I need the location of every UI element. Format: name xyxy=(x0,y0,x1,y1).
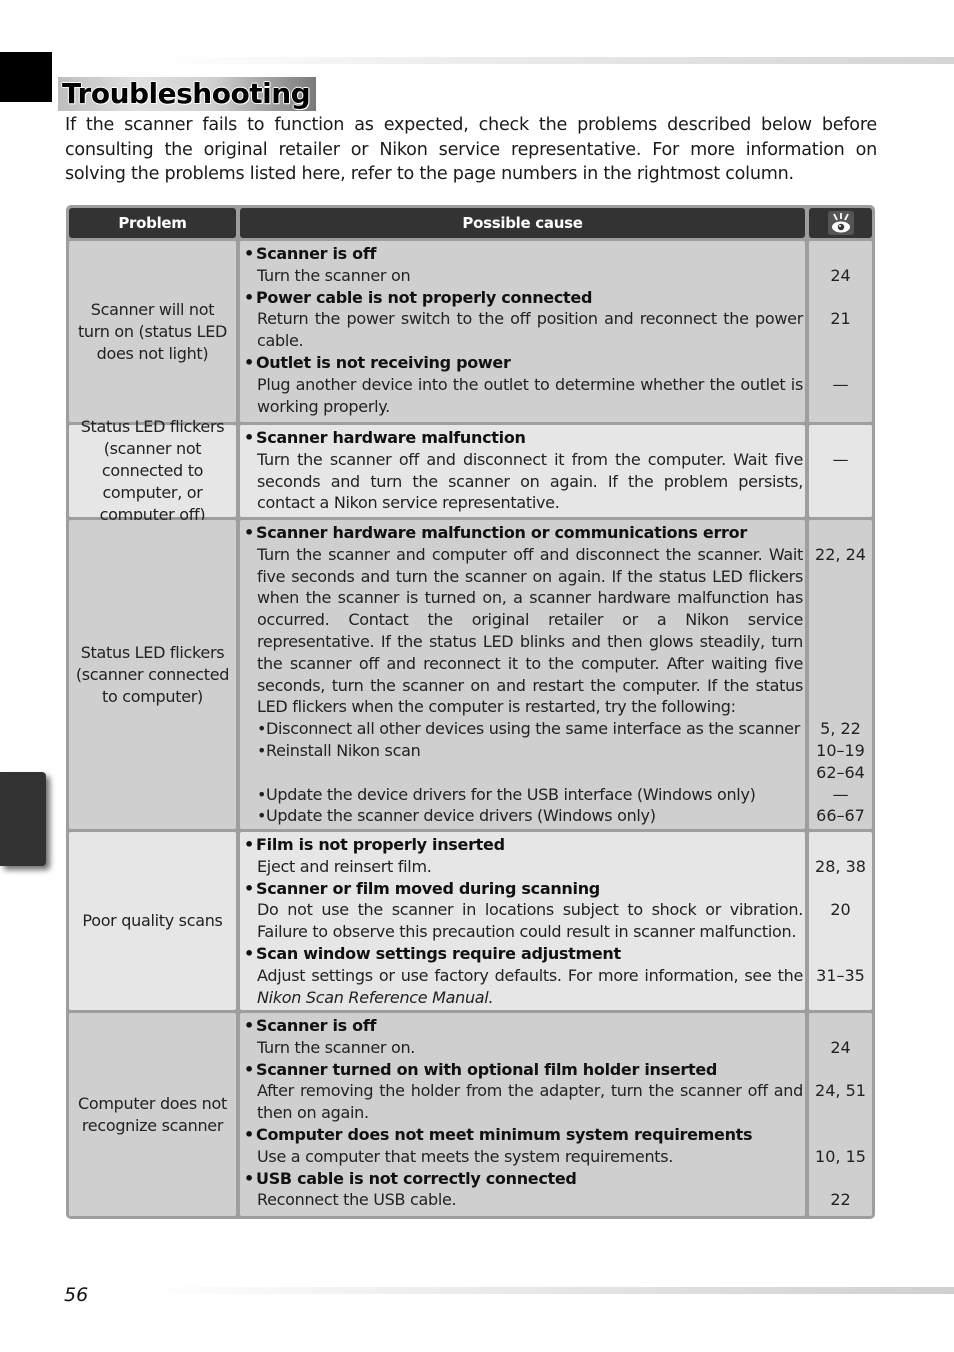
page-ref xyxy=(809,352,872,374)
page-ref: 24 xyxy=(830,1037,851,1057)
page-ref xyxy=(809,921,872,943)
cause-heading: Outlet is not receiving power xyxy=(244,352,803,374)
cause-detail-text: Adjust settings or use factory defaults.… xyxy=(257,965,803,985)
page-ref xyxy=(809,1015,872,1037)
cause-detail: Turn the scanner on xyxy=(257,265,411,285)
page-ref: 31–35 xyxy=(816,965,865,985)
page-ref: 10, 15 xyxy=(815,1146,866,1166)
cause-heading: Scanner hardware malfunction or communic… xyxy=(244,522,803,544)
page-ref: 24 xyxy=(830,265,851,285)
cause-cell: Scanner hardware malfunction Turn the sc… xyxy=(240,425,805,517)
cause-detail: Eject and reinsert film. xyxy=(257,856,432,876)
eye-reference-icon xyxy=(827,211,854,235)
troubleshooting-table: Problem Possible cause Scanner will not … xyxy=(66,205,875,1219)
cause-detail: Turn the scanner on. xyxy=(257,1037,416,1057)
cause-cell: Scanner hardware malfunction or communic… xyxy=(240,520,805,829)
page-ref: 22, 24 xyxy=(815,544,866,564)
problem-cell: Status LED flickers (scanner not connect… xyxy=(69,417,236,524)
cause-heading: Scanner hardware malfunction xyxy=(244,427,803,449)
section-side-tab xyxy=(0,772,46,866)
page-ref xyxy=(809,1102,872,1124)
cause-detail: Do not use the scanner in locations subj… xyxy=(257,900,803,942)
cause-heading: Scanner is off xyxy=(244,243,803,265)
page-ref: 62–64 xyxy=(816,762,865,782)
page-ref: 21 xyxy=(830,309,851,329)
reference-manual-title: Nikon Scan Reference Manual. xyxy=(257,987,494,1007)
header-problem: Problem xyxy=(69,208,236,238)
cause-detail: Plug another device into the outlet to d… xyxy=(257,374,803,416)
page-ref xyxy=(809,1168,872,1190)
page-ref: 10–19 xyxy=(816,740,865,760)
cause-detail: Turn the scanner and computer off and di… xyxy=(257,544,803,717)
cause-heading: Film is not properly inserted xyxy=(244,834,803,856)
sub-step: Reinstall Nikon scan xyxy=(244,740,803,762)
problem-cell: Poor quality scans xyxy=(69,832,236,1010)
page-ref: 24, 51 xyxy=(815,1081,866,1101)
page-number: 56 xyxy=(64,1284,89,1306)
page-ref: — xyxy=(832,374,849,394)
page-ref: 28, 38 xyxy=(815,856,866,876)
page-ref xyxy=(809,287,872,309)
page-reference-cell: 24 24, 51 10, 15 22 xyxy=(809,1013,872,1216)
cause-detail: Reconnect the USB cable. xyxy=(257,1190,457,1210)
page-ref xyxy=(809,834,872,856)
page-ref xyxy=(809,427,872,449)
cause-heading: Scanner or film moved during scanning xyxy=(244,878,803,900)
page-ref xyxy=(809,878,872,900)
footer-rule xyxy=(140,1287,954,1294)
header-possible-cause: Possible cause xyxy=(240,208,805,238)
cause-cell: Film is not properly inserted Eject and … xyxy=(240,832,805,1010)
cause-heading: USB cable is not correctly connected xyxy=(244,1168,803,1190)
page-ref xyxy=(809,330,872,352)
page-ref xyxy=(809,243,872,265)
intro-paragraph: If the scanner fails to function as expe… xyxy=(65,115,877,184)
page-reference-cell: 28, 38 20 31–35 xyxy=(809,832,872,1010)
cause-detail: Use a computer that meets the system req… xyxy=(257,1146,674,1166)
cause-heading: Computer does not meet minimum system re… xyxy=(244,1124,803,1146)
problem-cell: Scanner will not turn on (status LED doe… xyxy=(69,241,236,422)
title-banner: Troubleshooting xyxy=(58,77,317,111)
page-ref xyxy=(809,609,872,631)
cause-heading: Scanner turned on with optional film hol… xyxy=(244,1059,803,1081)
cause-detail: Return the power switch to the off posit… xyxy=(257,309,803,351)
page-ref: — xyxy=(832,784,849,804)
page-ref xyxy=(809,943,872,965)
cause-heading: Scanner is off xyxy=(244,1015,803,1037)
sub-step: Update the device drivers for the USB in… xyxy=(244,784,803,806)
page-ref: — xyxy=(832,449,849,469)
page-ref: 5, 22 xyxy=(820,719,861,739)
cause-detail: Adjust settings or use factory defaults.… xyxy=(244,965,803,1009)
cause-detail: Turn the scanner off and disconnect it f… xyxy=(257,449,803,513)
page-ref xyxy=(809,653,872,675)
problem-cell: Status LED flickers (scanner connected t… xyxy=(69,520,236,829)
header-reference xyxy=(809,208,872,238)
cause-heading: Power cable is not properly connected xyxy=(244,287,803,309)
page-ref xyxy=(809,696,872,718)
page-ref: 20 xyxy=(830,900,851,920)
problem-cell: Computer does not recognize scanner xyxy=(69,1013,236,1216)
page-ref xyxy=(809,675,872,697)
cause-detail: After removing the holder from the adapt… xyxy=(257,1081,803,1123)
cause-heading: Scan window settings require adjustment xyxy=(244,943,803,965)
header-rule xyxy=(150,57,954,64)
page-ref: 66–67 xyxy=(816,806,865,826)
page-ref xyxy=(809,1124,872,1146)
page-title: Troubleshooting xyxy=(62,77,311,110)
page-reference-cell: 24 21 — xyxy=(809,241,872,422)
page-ref xyxy=(809,1059,872,1081)
page-ref xyxy=(809,522,872,544)
page-ref xyxy=(809,587,872,609)
page-reference-cell: — xyxy=(809,425,872,517)
page-reference-cell: 22, 24 5, 22 10–19 62–64 — 66–67 xyxy=(809,520,872,829)
page-ref xyxy=(809,566,872,588)
page-ref xyxy=(809,631,872,653)
page-ref: 22 xyxy=(830,1190,851,1210)
chapter-tab-marker xyxy=(0,52,52,102)
cause-cell: Scanner is off Turn the scanner on. Scan… xyxy=(240,1013,805,1216)
sub-step: Disconnect all other devices using the s… xyxy=(244,718,803,740)
sub-step: Update the scanner device drivers (Windo… xyxy=(244,805,803,827)
cause-cell: Scanner is off Turn the scanner on Power… xyxy=(240,241,805,422)
